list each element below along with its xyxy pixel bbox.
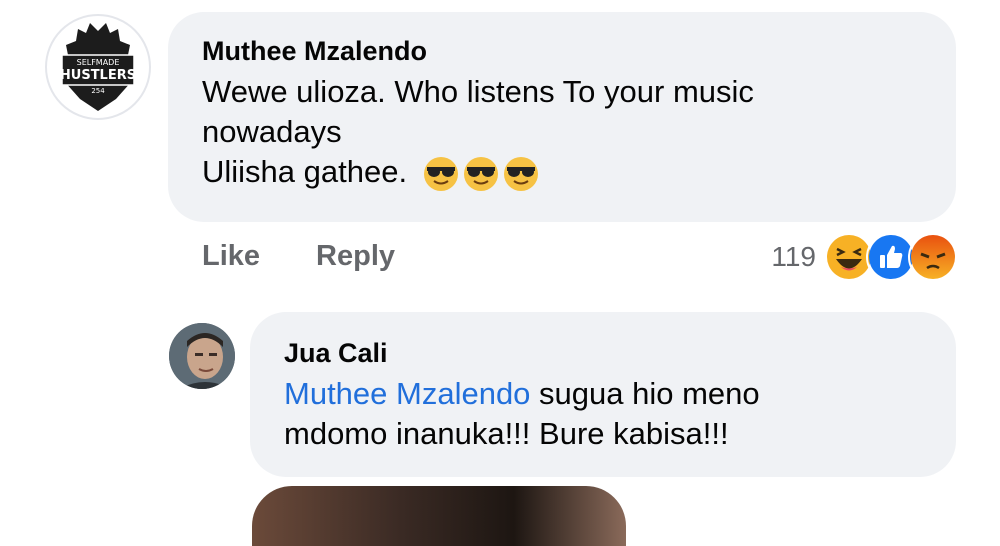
reply-bubble: Jua Cali Muthee Mzalendo sugua hio meno … bbox=[250, 312, 956, 477]
profile-photo bbox=[169, 323, 235, 389]
mention-link[interactable]: Muthee Mzalendo bbox=[284, 376, 530, 411]
reply-line-1-text: sugua hio meno bbox=[530, 376, 760, 411]
comment-line-3-text: Uliisha gathee. bbox=[202, 154, 408, 189]
comment-bubble: Muthee Mzalendo Wewe ulioza. Who listens… bbox=[168, 12, 956, 222]
comment-author[interactable]: Muthee Mzalendo bbox=[202, 34, 922, 68]
sunglasses-face-icon bbox=[423, 156, 458, 191]
reply-line-2: mdomo inanuka!!! Bure kabisa!!! bbox=[284, 416, 729, 451]
commenter-avatar[interactable]: SELFMADE HUSTLERS 254 bbox=[45, 14, 151, 120]
comment-text: Wewe ulioza. Who listens To your music n… bbox=[202, 72, 922, 193]
comment-line-2: nowadays bbox=[202, 114, 342, 149]
emoji-group bbox=[422, 155, 540, 193]
like-button[interactable]: Like bbox=[202, 240, 260, 273]
angry-reaction-icon bbox=[908, 232, 958, 282]
reply-author[interactable]: Jua Cali bbox=[284, 336, 922, 370]
sunglasses-face-icon bbox=[503, 156, 538, 191]
reply-button[interactable]: Reply bbox=[316, 240, 395, 273]
comment-line-3: Uliisha gathee. bbox=[202, 152, 922, 193]
reply-author-avatar[interactable] bbox=[169, 323, 235, 389]
svg-text:254: 254 bbox=[91, 87, 105, 95]
reaction-count: 119 bbox=[771, 241, 816, 272]
comment-line-1: Wewe ulioza. Who listens To your music bbox=[202, 74, 754, 109]
svg-text:SELFMADE: SELFMADE bbox=[77, 58, 120, 67]
selfmade-hustlers-logo: SELFMADE HUSTLERS 254 bbox=[60, 23, 136, 111]
comment-actions: Like Reply bbox=[202, 240, 395, 273]
svg-text:HUSTLERS: HUSTLERS bbox=[60, 68, 136, 83]
next-comment-image bbox=[252, 486, 626, 546]
reply-line-1: Muthee Mzalendo sugua hio meno bbox=[284, 374, 922, 414]
reactions-summary[interactable]: 119 bbox=[771, 232, 958, 282]
sunglasses-face-icon bbox=[463, 156, 498, 191]
reply-text: Muthee Mzalendo sugua hio meno mdomo ina… bbox=[284, 374, 922, 454]
